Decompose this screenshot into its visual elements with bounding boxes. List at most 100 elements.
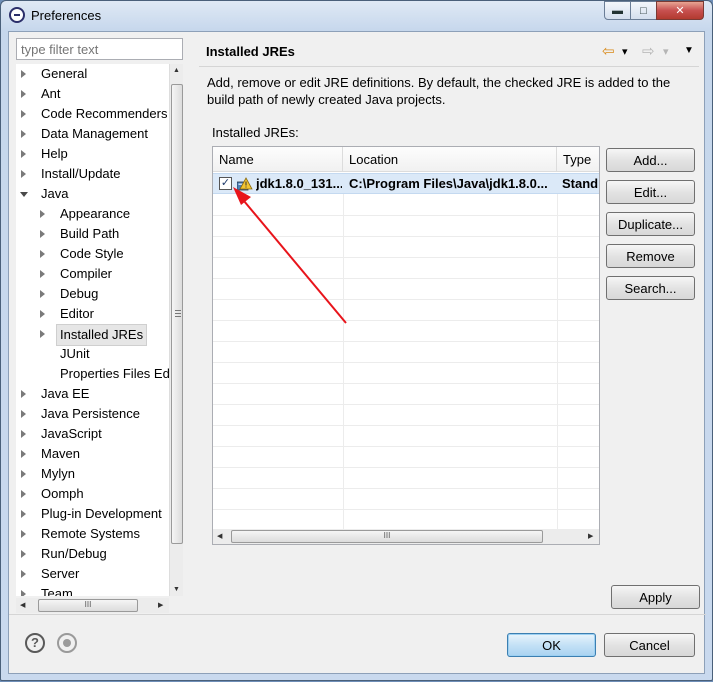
collapse-arrow-icon[interactable] bbox=[21, 510, 26, 518]
close-button[interactable]: ✕ bbox=[656, 1, 704, 20]
tree-scroll-thumb[interactable] bbox=[171, 84, 183, 544]
table-gridline bbox=[213, 488, 599, 489]
collapse-arrow-icon[interactable] bbox=[21, 170, 26, 178]
table-gridline bbox=[213, 362, 599, 363]
duplicate-jre-button[interactable]: Duplicate... bbox=[606, 212, 695, 236]
tree-item-label: Run/Debug bbox=[41, 546, 107, 561]
collapse-arrow-icon[interactable] bbox=[21, 150, 26, 158]
collapse-arrow-icon[interactable] bbox=[21, 590, 26, 596]
column-header-location[interactable]: Location bbox=[343, 147, 557, 172]
collapse-arrow-icon[interactable] bbox=[40, 210, 45, 218]
tree-item-label: Maven bbox=[41, 446, 81, 461]
tree-item-label: Compiler bbox=[60, 266, 113, 281]
collapse-arrow-icon[interactable] bbox=[40, 250, 45, 258]
collapse-arrow-icon[interactable] bbox=[21, 450, 26, 458]
minimize-button[interactable]: ▬ bbox=[604, 1, 631, 20]
forward-arrow-icon[interactable]: ⇨ bbox=[642, 42, 655, 60]
table-hscroll-thumb[interactable]: III bbox=[231, 530, 543, 543]
collapse-arrow-icon[interactable] bbox=[40, 310, 45, 318]
back-dropdown-icon[interactable]: ▾ bbox=[622, 45, 628, 58]
tree-item-label: Java Persistence bbox=[41, 406, 140, 421]
scroll-right-arrow-icon[interactable]: ▶ bbox=[158, 601, 163, 609]
column-header-type[interactable]: Type bbox=[557, 147, 599, 172]
collapse-arrow-icon[interactable] bbox=[40, 290, 45, 298]
title-bar[interactable]: Preferences ▬ □ ✕ bbox=[1, 1, 712, 31]
table-gridline bbox=[213, 257, 599, 258]
preferences-tree[interactable]: General Ant Code Recommenders Data Manageme… bbox=[16, 64, 176, 596]
page-description: Add, remove or edit JRE definitions. By … bbox=[207, 75, 671, 107]
collapse-arrow-icon[interactable] bbox=[40, 270, 45, 278]
expand-arrow-icon[interactable] bbox=[20, 192, 28, 197]
tree-item-label: General bbox=[41, 66, 88, 81]
footer-divider bbox=[9, 614, 706, 615]
collapse-arrow-icon[interactable] bbox=[40, 230, 45, 238]
scroll-right-arrow-icon[interactable]: ▶ bbox=[588, 532, 593, 540]
help-icon[interactable]: ? bbox=[25, 633, 45, 653]
collapse-arrow-icon[interactable] bbox=[21, 570, 26, 578]
installed-jres-label: Installed JREs: bbox=[212, 125, 299, 140]
tree-item-label: Mylyn bbox=[41, 466, 75, 481]
scroll-left-arrow-icon[interactable]: ◀ bbox=[20, 601, 25, 609]
jre-name-cell: jdk1.8.0_131... bbox=[256, 176, 342, 191]
default-jre-checkbox[interactable]: ✓ bbox=[219, 177, 232, 190]
tree-item-label: Plug-in Development bbox=[41, 506, 162, 521]
collapse-arrow-icon[interactable] bbox=[21, 390, 26, 398]
table-gridline bbox=[213, 383, 599, 384]
dialog-client-area: General Ant Code Recommenders Data Manageme… bbox=[8, 31, 706, 674]
record-macro-icon[interactable] bbox=[57, 633, 77, 653]
collapse-arrow-icon[interactable] bbox=[21, 550, 26, 558]
maximize-button[interactable]: □ bbox=[630, 1, 657, 20]
column-header-name[interactable]: Name bbox=[213, 147, 343, 172]
collapse-arrow-icon[interactable] bbox=[40, 330, 45, 338]
page-title-divider bbox=[199, 66, 699, 67]
scroll-down-arrow-icon[interactable]: ▼ bbox=[173, 586, 180, 593]
add-jre-button[interactable]: Add... bbox=[606, 148, 695, 172]
apply-button[interactable]: Apply bbox=[611, 585, 700, 609]
back-arrow-icon[interactable]: ⇦ bbox=[602, 42, 615, 60]
tree-item-label: Java EE bbox=[41, 386, 90, 401]
table-gridline bbox=[213, 404, 599, 405]
tree-item-label: Help bbox=[41, 146, 68, 161]
eclipse-icon bbox=[9, 7, 25, 23]
collapse-arrow-icon[interactable] bbox=[21, 490, 26, 498]
tree-item-label: JUnit bbox=[60, 346, 90, 361]
tree-item-label: Server bbox=[41, 566, 80, 581]
collapse-arrow-icon[interactable] bbox=[21, 410, 26, 418]
tree-vertical-scrollbar[interactable]: ▲ ▼ bbox=[169, 64, 183, 596]
collapse-arrow-icon[interactable] bbox=[21, 70, 26, 78]
tree-item-label: Oomph bbox=[41, 486, 84, 501]
edit-jre-button[interactable]: Edit... bbox=[606, 180, 695, 204]
tree-item-label: Editor bbox=[60, 306, 94, 321]
collapse-arrow-icon[interactable] bbox=[21, 130, 26, 138]
tree-hscroll-thumb[interactable]: III bbox=[38, 599, 138, 612]
installed-jres-table[interactable]: Name Location Type ✓ jdk1.8.0_131... C:\… bbox=[212, 146, 600, 545]
scroll-left-arrow-icon[interactable]: ◀ bbox=[217, 532, 222, 540]
tree-horizontal-scrollbar[interactable]: ◀ III ▶ bbox=[16, 598, 169, 613]
collapse-arrow-icon[interactable] bbox=[21, 530, 26, 538]
collapse-arrow-icon[interactable] bbox=[21, 90, 26, 98]
preferences-window: Preferences ▬ □ ✕ General Ant Code Recomme… bbox=[0, 0, 713, 681]
jre-icon bbox=[237, 177, 253, 191]
table-horizontal-scrollbar[interactable]: ◀ III ▶ bbox=[213, 529, 599, 544]
remove-jre-button[interactable]: Remove bbox=[606, 244, 695, 268]
collapse-arrow-icon[interactable] bbox=[21, 110, 26, 118]
search-jre-button[interactable]: Search... bbox=[606, 276, 695, 300]
tree-item-label: Appearance bbox=[60, 206, 131, 221]
tree-item-label: Remote Systems bbox=[41, 526, 140, 541]
tree-item-label: Ant bbox=[41, 86, 61, 101]
filter-input[interactable] bbox=[16, 38, 183, 60]
ok-button[interactable]: OK bbox=[507, 633, 596, 657]
tree-item-label: Code Recommenders bbox=[41, 106, 168, 121]
collapse-arrow-icon[interactable] bbox=[21, 430, 26, 438]
tree-item-label: Data Management bbox=[41, 126, 148, 141]
table-gridline bbox=[213, 446, 599, 447]
tree-item-label: Java bbox=[41, 186, 69, 201]
scroll-up-arrow-icon[interactable]: ▲ bbox=[173, 67, 180, 74]
forward-dropdown-icon[interactable]: ▾ bbox=[663, 45, 669, 58]
view-menu-icon[interactable]: ▼ bbox=[684, 45, 694, 56]
cancel-button[interactable]: Cancel bbox=[604, 633, 695, 657]
collapse-arrow-icon[interactable] bbox=[21, 470, 26, 478]
table-gridline bbox=[213, 341, 599, 342]
window-title: Preferences bbox=[31, 8, 102, 23]
table-row[interactable]: ✓ jdk1.8.0_131... C:\Program Files\Java\… bbox=[213, 173, 599, 194]
